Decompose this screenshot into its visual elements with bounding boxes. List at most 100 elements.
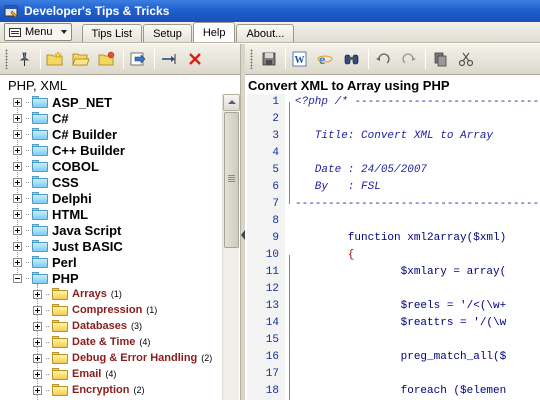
tree-item-just-basic[interactable]: Just BASIC: [13, 238, 123, 254]
tree-item-asp-net[interactable]: ASP_NET: [13, 94, 112, 110]
app-icon: [4, 4, 19, 19]
tree-item-html[interactable]: HTML: [13, 206, 88, 222]
expand-icon[interactable]: [33, 353, 42, 363]
folder-star-icon[interactable]: [97, 49, 117, 69]
tree-item-label: C# Builder: [52, 126, 118, 142]
tab-about[interactable]: About...: [236, 24, 295, 42]
move-icon[interactable]: [159, 49, 179, 69]
folder-icon: [52, 352, 68, 364]
expand-icon[interactable]: [33, 321, 42, 331]
toolbar-grip[interactable]: [250, 49, 253, 69]
code-line: <?php /* -------------------------------: [295, 96, 540, 108]
menu-icon: [9, 27, 21, 37]
tab-label: About...: [246, 27, 285, 40]
line-number: 3: [272, 130, 279, 142]
expand-icon[interactable]: [13, 113, 22, 123]
expand-icon[interactable]: [33, 385, 42, 395]
menu-button[interactable]: Menu: [4, 23, 72, 41]
code-line: {: [295, 249, 355, 261]
open-folder-icon[interactable]: [71, 49, 91, 69]
expand-icon[interactable]: [33, 305, 42, 315]
scroll-up-button[interactable]: [223, 94, 240, 111]
expand-icon[interactable]: [33, 337, 42, 347]
folder-icon: [32, 128, 48, 140]
tree-item-php[interactable]: PHP: [13, 270, 79, 286]
tab-label: Help: [202, 26, 226, 39]
tree-item-perl[interactable]: Perl: [13, 254, 77, 270]
expand-icon[interactable]: [33, 289, 42, 299]
expand-icon[interactable]: [13, 241, 22, 251]
toolbar-grip[interactable]: [5, 49, 8, 69]
code-line: ----------------------------------------…: [295, 198, 540, 210]
find-icon[interactable]: [342, 49, 362, 69]
tree-item-css[interactable]: CSS: [13, 174, 79, 190]
tree-item-cpp-builder[interactable]: C++ Builder: [13, 142, 125, 158]
tree-subitem-compression[interactable]: Compression (1): [33, 302, 157, 318]
tree-item-count: (2): [201, 353, 213, 363]
tree-item-count: (3): [131, 321, 143, 331]
save-icon[interactable]: [259, 49, 279, 69]
folder-icon: [32, 256, 48, 268]
tree-subitem-arrays[interactable]: Arrays (1): [33, 286, 122, 302]
tree-subitem-email[interactable]: Email (4): [33, 366, 116, 382]
expand-icon[interactable]: [13, 177, 22, 187]
line-number: 6: [272, 181, 279, 193]
tree-item-csharp[interactable]: C#: [13, 110, 69, 126]
expand-icon[interactable]: [33, 369, 42, 379]
browser-icon[interactable]: e: [316, 49, 336, 69]
pin-icon[interactable]: [14, 49, 34, 69]
expand-icon[interactable]: [13, 129, 22, 139]
tab-help[interactable]: Help: [192, 22, 236, 42]
import-icon[interactable]: [128, 49, 148, 69]
expand-icon[interactable]: [13, 209, 22, 219]
tree-item-java-script[interactable]: Java Script: [13, 222, 121, 238]
redo-icon[interactable]: [399, 49, 419, 69]
chevron-down-icon: [60, 30, 67, 34]
expand-icon[interactable]: [13, 145, 22, 155]
line-number: 1: [272, 96, 279, 108]
tree-item-delphi[interactable]: Delphi: [13, 190, 92, 206]
folder-icon: [52, 368, 68, 380]
collapse-icon[interactable]: [13, 273, 22, 283]
menu-label: Menu: [25, 26, 53, 38]
tree-item-count: (4): [139, 337, 151, 347]
tree-scrollbar[interactable]: [222, 94, 240, 400]
line-number: 16: [265, 351, 279, 363]
undo-icon[interactable]: [373, 49, 393, 69]
tree-subitem-debug[interactable]: Debug & Error Handling (2): [33, 350, 212, 366]
toolbar-separator: [368, 49, 369, 69]
code-line: $reels = '/<(\w+: [295, 300, 507, 312]
scroll-thumb[interactable]: [224, 112, 239, 248]
code-editor[interactable]: 1 2 3 4 5 6 7 8 9 10 11 12 13 14 15 16 1…: [247, 94, 540, 400]
copy-icon[interactable]: [430, 49, 450, 69]
tree-subitem-databases[interactable]: Databases (3): [33, 318, 142, 334]
folder-icon: [32, 224, 48, 236]
expand-icon[interactable]: [13, 257, 22, 267]
new-folder-icon[interactable]: [45, 49, 65, 69]
word-icon[interactable]: W: [290, 49, 310, 69]
line-number: 4: [272, 147, 279, 159]
expand-icon[interactable]: [13, 225, 22, 235]
code-line: Date : 24/05/2007: [295, 164, 428, 176]
expand-icon[interactable]: [13, 193, 22, 203]
svg-text:e: e: [319, 53, 325, 67]
tree-item-csharp-builder[interactable]: C# Builder: [13, 126, 117, 142]
toolbar-separator: [123, 49, 124, 69]
expand-icon[interactable]: [13, 97, 22, 107]
folder-icon: [52, 320, 68, 332]
panel-splitter[interactable]: [240, 44, 245, 400]
tree-item-cobol[interactable]: COBOL: [13, 158, 99, 174]
tab-setup[interactable]: Setup: [143, 24, 192, 42]
code-line: By : FSL: [295, 181, 381, 193]
right-toolbar: W e: [245, 44, 540, 75]
tree-item-count: (2): [133, 385, 145, 395]
tree-item-label: Encryption: [72, 384, 130, 396]
tree-item-label: Email: [72, 368, 102, 380]
collapse-left-icon[interactable]: [241, 230, 245, 240]
tree-subitem-date-time[interactable]: Date & Time (4): [33, 334, 150, 350]
cut-icon[interactable]: [456, 49, 476, 69]
tab-tips-list[interactable]: Tips List: [81, 24, 143, 42]
expand-icon[interactable]: [13, 161, 22, 171]
delete-icon[interactable]: [185, 49, 205, 69]
tree-subitem-encryption[interactable]: Encryption (2): [33, 382, 144, 398]
